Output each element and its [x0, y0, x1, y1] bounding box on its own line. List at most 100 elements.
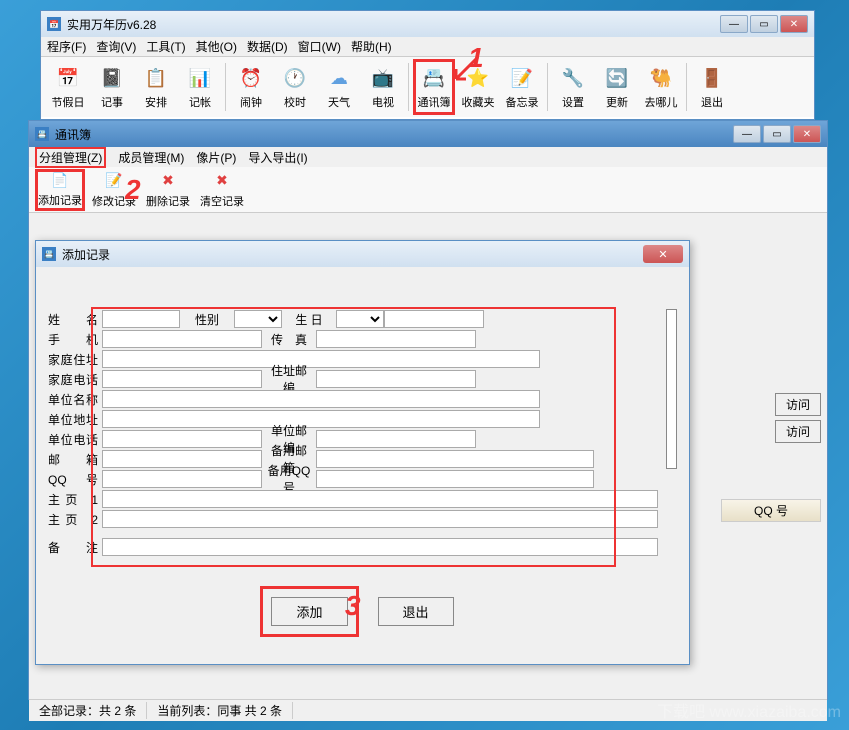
contacts-titlebar: 📇 通讯簿 — ▭ ✕ [29, 121, 827, 147]
ctool-add-record[interactable]: 📄添加记录 [35, 169, 85, 211]
label-fax: 传 真 [262, 331, 316, 348]
menu-group-manage[interactable]: 分组管理(Z) [35, 147, 106, 168]
menu-window[interactable]: 窗口(W) [298, 38, 341, 55]
app-icon: 📅 [47, 17, 61, 31]
tool-contacts[interactable]: 📇通讯簿 [413, 59, 455, 115]
menu-query[interactable]: 查询(V) [96, 38, 136, 55]
tool-exit[interactable]: 🚪退出 [691, 59, 733, 115]
camel-icon: 🐫 [647, 64, 675, 92]
input-home-addr[interactable] [102, 350, 540, 368]
separator [225, 63, 226, 111]
input-mobile[interactable] [102, 330, 262, 348]
minimize-button[interactable]: — [733, 125, 761, 143]
contacts-icon: 📇 [420, 64, 448, 92]
tool-time[interactable]: 🕐校时 [274, 59, 316, 115]
calendar-icon: 📅 [54, 64, 82, 92]
minimize-button[interactable]: — [720, 15, 748, 33]
input-fax[interactable] [316, 330, 476, 348]
cloud-icon: ☁ [325, 64, 353, 92]
ctool-clear-records[interactable]: ✖清空记录 [197, 169, 247, 211]
input-homepage1[interactable] [102, 490, 658, 508]
menu-program[interactable]: 程序(F) [47, 38, 86, 55]
select-birthday[interactable] [336, 310, 384, 328]
input-qq2[interactable] [316, 470, 594, 488]
main-window: 📅 实用万年历v6.28 — ▭ ✕ 程序(F) 查询(V) 工具(T) 其他(… [40, 10, 815, 120]
tool-schedule[interactable]: 📋安排 [135, 59, 177, 115]
label-company: 单位名称 [48, 391, 102, 408]
visit-button-2[interactable]: 访问 [775, 420, 821, 443]
menu-help[interactable]: 帮助(H) [351, 38, 392, 55]
tool-favorites[interactable]: ⭐收藏夹 [457, 59, 499, 115]
maximize-button[interactable]: ▭ [763, 125, 791, 143]
memo-icon: 📝 [508, 64, 536, 92]
tool-note[interactable]: 📓记事 [91, 59, 133, 115]
ctool-edit-record[interactable]: 📝修改记录 [89, 169, 139, 211]
tool-settings[interactable]: 🔧设置 [552, 59, 594, 115]
add-button[interactable]: 添加 [271, 597, 347, 626]
separator [686, 63, 687, 111]
input-qq[interactable] [102, 470, 262, 488]
dialog-close-button[interactable]: ✕ [643, 245, 683, 263]
dialog-body: 姓 名 性别 生 日 手 机 传 真 家庭住址 [36, 267, 689, 638]
dialog-buttons: 添加 退出 [48, 597, 677, 626]
main-titlebar: 📅 实用万年历v6.28 — ▭ ✕ [41, 11, 814, 37]
input-company[interactable] [102, 390, 540, 408]
input-company-phone[interactable] [102, 430, 262, 448]
menu-photo[interactable]: 像片(P) [196, 149, 236, 166]
side-buttons: 访问 访问 [775, 393, 821, 443]
tool-alarm[interactable]: ⏰闹钟 [230, 59, 272, 115]
clear-icon: ✖ [212, 171, 232, 191]
input-remark[interactable] [102, 538, 658, 556]
menu-data[interactable]: 数据(D) [247, 38, 288, 55]
ctool-delete-record[interactable]: ✖删除记录 [143, 169, 193, 211]
label-home-addr: 家庭住址 [48, 351, 102, 368]
tv-icon: 📺 [369, 64, 397, 92]
contacts-menubar: 分组管理(Z) 成员管理(M) 像片(P) 导入导出(I) [29, 147, 827, 167]
select-gender[interactable] [234, 310, 282, 328]
input-home-phone[interactable] [102, 370, 262, 388]
refresh-icon: 🔄 [603, 64, 631, 92]
clipboard-icon: 📋 [142, 64, 170, 92]
alarm-icon: ⏰ [237, 64, 265, 92]
qq-column-header[interactable]: QQ 号 [721, 499, 821, 522]
star-icon: ⭐ [464, 64, 492, 92]
close-button[interactable]: ✕ [780, 15, 808, 33]
label-remark: 备 注 [48, 539, 102, 556]
status-current: 当前列表：同事 共 2 条 [147, 702, 293, 719]
menu-import-export[interactable]: 导入导出(I) [248, 149, 307, 166]
tool-weather[interactable]: ☁天气 [318, 59, 360, 115]
menu-member-manage[interactable]: 成员管理(M) [118, 149, 184, 166]
tool-memo[interactable]: 📝备忘录 [501, 59, 543, 115]
menu-tools[interactable]: 工具(T) [146, 38, 185, 55]
main-toolbar: 📅节假日 📓记事 📋安排 📊记帐 ⏰闹钟 🕐校时 ☁天气 📺电视 📇通讯簿 ⭐收… [41, 57, 814, 117]
add-record-dialog: 📇 添加记录 ✕ 姓 名 性别 生 日 手 机 传 真 [35, 240, 690, 665]
input-email2[interactable] [316, 450, 594, 468]
tool-tv[interactable]: 📺电视 [362, 59, 404, 115]
input-email[interactable] [102, 450, 262, 468]
dialog-title: 添加记录 [62, 246, 110, 263]
exit-button[interactable]: 退出 [378, 597, 454, 626]
label-company-phone: 单位电话 [48, 431, 102, 448]
tool-account[interactable]: 📊记帐 [179, 59, 221, 115]
tool-holiday[interactable]: 📅节假日 [47, 59, 89, 115]
input-name[interactable] [102, 310, 180, 328]
door-icon: 🚪 [698, 64, 726, 92]
status-all: 全部记录：共 2 条 [29, 702, 147, 719]
menu-other[interactable]: 其他(O) [196, 38, 237, 55]
tool-update[interactable]: 🔄更新 [596, 59, 638, 115]
input-addr-zip[interactable] [316, 370, 476, 388]
photo-box[interactable] [666, 309, 677, 469]
label-birthday: 生 日 [282, 311, 336, 328]
maximize-button[interactable]: ▭ [750, 15, 778, 33]
visit-button-1[interactable]: 访问 [775, 393, 821, 416]
label-gender: 性别 [180, 311, 234, 328]
input-company-zip[interactable] [316, 430, 476, 448]
tool-qunar[interactable]: 🐫去哪儿 [640, 59, 682, 115]
label-company-addr: 单位地址 [48, 411, 102, 428]
input-company-addr[interactable] [102, 410, 540, 428]
input-birthday[interactable] [384, 310, 484, 328]
input-homepage2[interactable] [102, 510, 658, 528]
app-icon: 📇 [42, 247, 56, 261]
close-button[interactable]: ✕ [793, 125, 821, 143]
label-homepage1: 主页 1 [48, 491, 102, 508]
